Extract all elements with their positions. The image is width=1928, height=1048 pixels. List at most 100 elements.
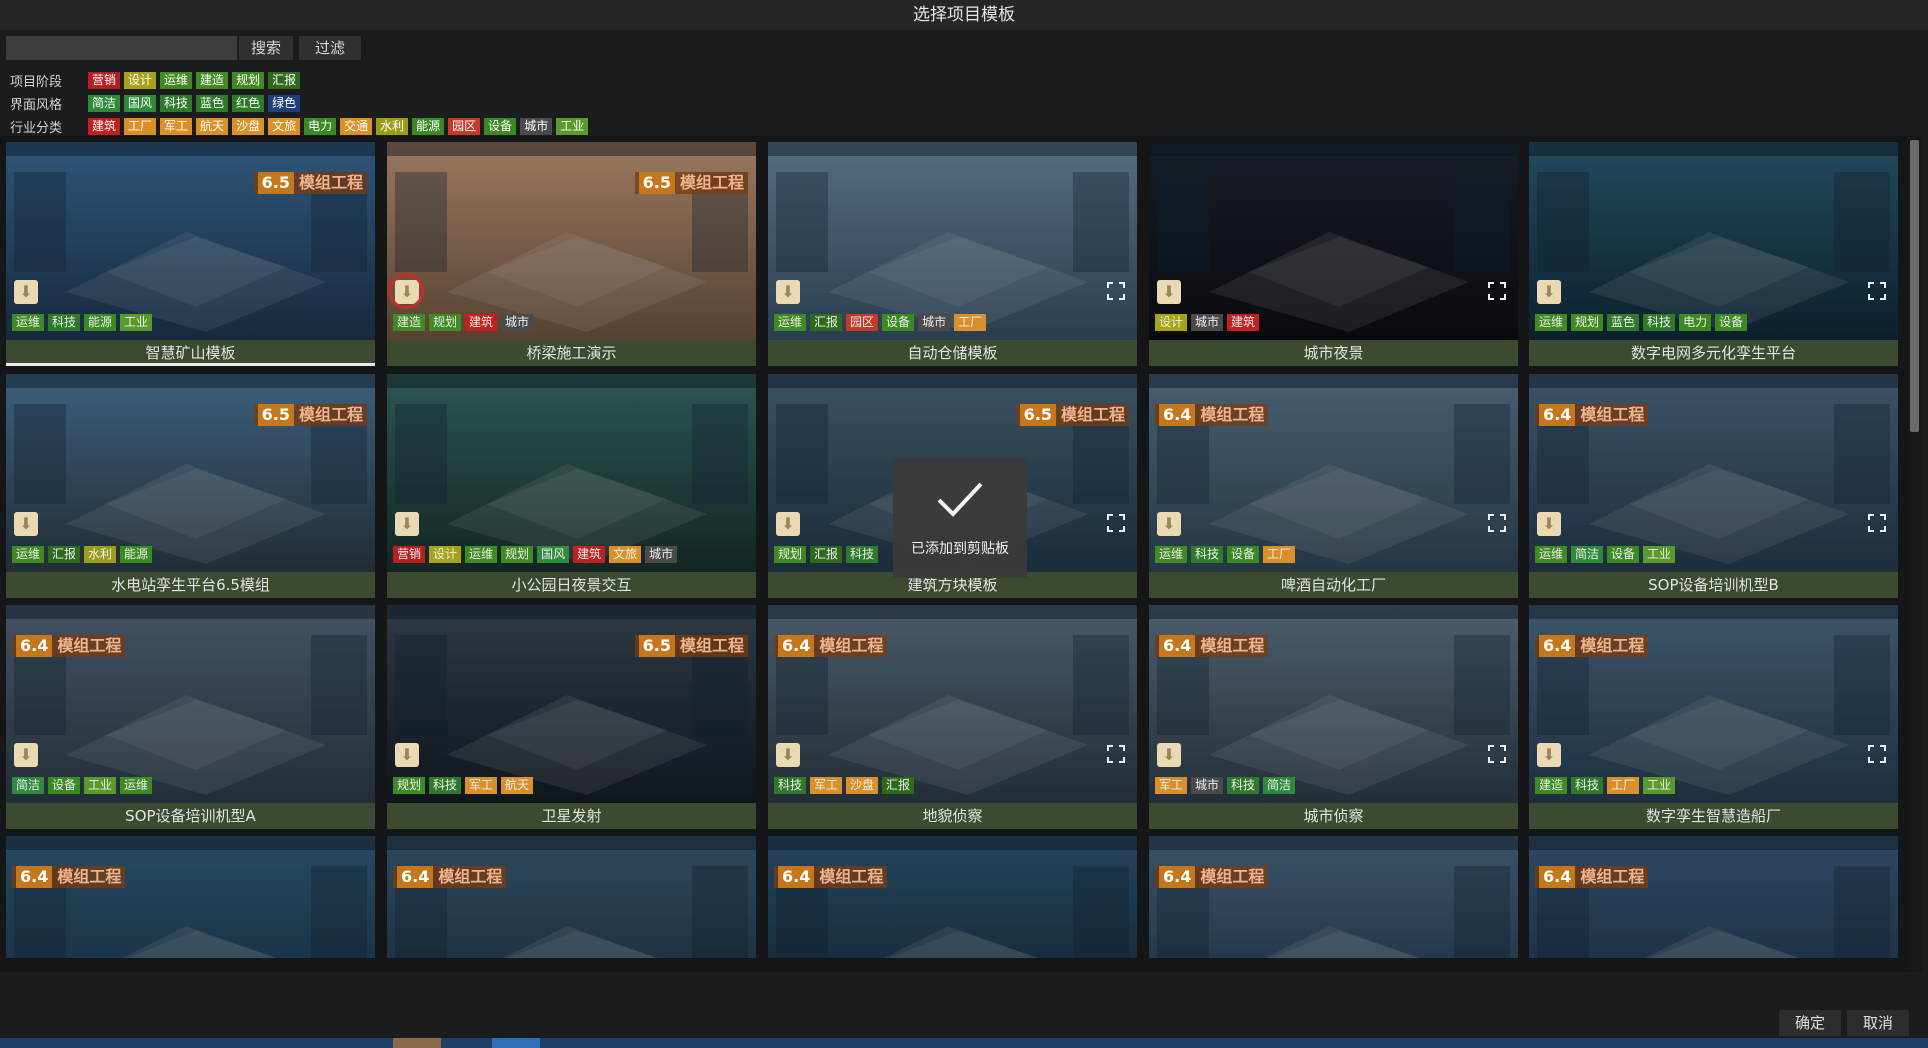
filter-tag[interactable]: 文旅 <box>268 117 301 135</box>
template-card[interactable]: 6.5 模组工程 ⬇ 建造 规划 建筑 城市 桥梁施工演示 <box>387 142 756 366</box>
fullscreen-icon[interactable] <box>1107 745 1125 763</box>
template-card[interactable]: ⬇ 运维 规划 蓝色 科技 电力 设备 数字电网多元化孪生平台 <box>1529 142 1898 366</box>
template-card[interactable]: 6.4 模组工程 <box>387 836 756 958</box>
filter-tag[interactable]: 建造 <box>196 71 229 89</box>
filter-tag[interactable]: 军工 <box>160 117 193 135</box>
template-card[interactable]: 6.4 模组工程 ⬇ 运维 简洁 设备 工业 SOP设备培训机型B <box>1529 374 1898 598</box>
template-thumbnail[interactable] <box>6 836 375 958</box>
filter-tag[interactable]: 交通 <box>340 117 373 135</box>
version-badge: 6.4 模组工程 <box>12 866 126 888</box>
filter-panel: 项目阶段 营销 设计 运维 建造 规划 汇报 界面风格 简洁 国风 科技 蓝色 红色 绿色 行业分类 建筑 工厂… <box>0 66 1928 136</box>
scrollbar-thumb[interactable] <box>1910 140 1919 432</box>
download-icon[interactable]: ⬇ <box>388 273 424 309</box>
filter-tag[interactable]: 水利 <box>376 117 409 135</box>
template-tag: 汇报 <box>810 546 843 563</box>
template-card[interactable]: 6.4 模组工程 ⬇ 运维 科技 设备 工厂 啤酒自动化工厂 <box>1149 374 1518 598</box>
download-icon[interactable]: ⬇ <box>395 512 419 536</box>
search-input[interactable] <box>6 36 237 60</box>
template-card[interactable]: 6.5 模组工程 ⬇ 运维 科技 能源 工业 智慧矿山模板 <box>6 142 375 366</box>
search-button[interactable]: 搜索 <box>239 36 293 60</box>
filter-tag[interactable]: 沙盘 <box>232 117 265 135</box>
download-icon[interactable]: ⬇ <box>1157 512 1181 536</box>
template-card[interactable]: 6.5 模组工程 ⬇ 运维 汇报 水利 能源 水电站孪生平台6.5模组 <box>6 374 375 598</box>
fullscreen-icon[interactable] <box>1107 514 1125 532</box>
filter-tag[interactable]: 电力 <box>304 117 337 135</box>
filter-tag[interactable]: 规划 <box>232 71 265 89</box>
download-icon[interactable]: ⬇ <box>1537 743 1561 767</box>
template-card[interactable]: ⬇ 运维 汇报 园区 设备 城市 工厂 自动仓储模板 <box>768 142 1137 366</box>
fullscreen-icon[interactable] <box>1868 282 1886 300</box>
ok-button[interactable]: 确定 <box>1779 1010 1841 1036</box>
version-label: 模组工程 <box>1200 405 1265 424</box>
download-icon[interactable]: ⬇ <box>776 743 800 767</box>
filter-tag[interactable]: 园区 <box>448 117 481 135</box>
fullscreen-icon[interactable] <box>1868 514 1886 532</box>
filter-tag[interactable]: 设备 <box>484 117 517 135</box>
filter-tag[interactable]: 能源 <box>412 117 445 135</box>
template-thumbnail[interactable] <box>1529 142 1898 340</box>
filter-tag[interactable]: 城市 <box>520 117 553 135</box>
template-tag: 运维 <box>1535 314 1568 331</box>
download-icon[interactable]: ⬇ <box>776 280 800 304</box>
filter-tag[interactable]: 蓝色 <box>196 94 229 112</box>
template-thumbnail[interactable] <box>768 836 1137 958</box>
template-card[interactable]: 6.4 模组工程 <box>768 836 1137 958</box>
version-number: 6.4 <box>1539 404 1576 426</box>
cancel-button[interactable]: 取消 <box>1847 1010 1909 1036</box>
template-card[interactable]: 6.4 模组工程 ⬇ 军工 城市 科技 简洁 城市侦察 <box>1149 605 1518 829</box>
download-icon[interactable]: ⬇ <box>1537 512 1561 536</box>
fullscreen-icon[interactable] <box>1107 282 1125 300</box>
fullscreen-icon[interactable] <box>1488 745 1506 763</box>
filter-tag[interactable]: 汇报 <box>268 71 301 89</box>
download-icon[interactable]: ⬇ <box>395 743 419 767</box>
filter-button[interactable]: 过滤 <box>299 36 361 60</box>
template-card[interactable]: 6.4 模组工程 <box>6 836 375 958</box>
filter-tag[interactable]: 科技 <box>160 94 193 112</box>
version-badge: 6.5 模组工程 <box>253 172 367 194</box>
filter-tag[interactable]: 建筑 <box>88 117 121 135</box>
template-thumbnail[interactable] <box>1149 836 1518 958</box>
filter-tag[interactable]: 简洁 <box>88 94 121 112</box>
template-card[interactable]: 6.4 模组工程 <box>1149 836 1518 958</box>
version-label: 模组工程 <box>57 867 122 886</box>
download-icon[interactable]: ⬇ <box>1157 743 1181 767</box>
template-card[interactable]: 6.4 模组工程 <box>1529 836 1898 958</box>
template-card[interactable]: 6.4 模组工程 ⬇ 简洁 设备 工业 运维 SOP设备培训机型A <box>6 605 375 829</box>
taskbar-app[interactable] <box>393 1038 441 1048</box>
filter-tag[interactable]: 绿色 <box>268 94 301 112</box>
filter-row: 界面风格 简洁 国风 科技 蓝色 红色 绿色 <box>10 93 304 113</box>
fullscreen-icon[interactable] <box>1488 282 1506 300</box>
download-icon[interactable]: ⬇ <box>14 743 38 767</box>
template-card[interactable]: ⬇ 营销 设计 运维 规划 国风 建筑 文旅 城市 小公园日夜景交互 <box>387 374 756 598</box>
filter-tag[interactable]: 红色 <box>232 94 265 112</box>
template-thumbnail[interactable] <box>1149 142 1518 340</box>
download-icon[interactable]: ⬇ <box>14 512 38 536</box>
download-icon[interactable]: ⬇ <box>776 512 800 536</box>
filter-tag[interactable]: 运维 <box>160 71 193 89</box>
template-card[interactable]: 6.5 模组工程 ⬇ 规划 科技 军工 航天 卫星发射 <box>387 605 756 829</box>
download-icon[interactable]: ⬇ <box>14 280 38 304</box>
filter-tag[interactable]: 航天 <box>196 117 229 135</box>
template-thumbnail[interactable] <box>387 374 756 572</box>
template-card[interactable]: 6.4 模组工程 ⬇ 科技 军工 沙盘 汇报 地貌侦察 <box>768 605 1137 829</box>
download-icon[interactable]: ⬇ <box>1157 280 1181 304</box>
version-number: 6.4 <box>1539 866 1576 888</box>
version-label: 模组工程 <box>819 636 884 655</box>
version-number: 6.4 <box>16 866 53 888</box>
template-thumbnail[interactable] <box>1529 836 1898 958</box>
taskbar-app[interactable] <box>492 1038 540 1048</box>
template-tags: 营销 设计 运维 规划 国风 建筑 文旅 城市 <box>393 546 681 566</box>
download-icon[interactable]: ⬇ <box>1537 280 1561 304</box>
fullscreen-icon[interactable] <box>1868 745 1886 763</box>
filter-tag[interactable]: 设计 <box>124 71 157 89</box>
filter-tag[interactable]: 工厂 <box>124 117 157 135</box>
filter-tag[interactable]: 工业 <box>556 117 589 135</box>
template-card[interactable]: ⬇ 设计 城市 建筑 城市夜景 <box>1149 142 1518 366</box>
template-card[interactable]: 6.4 模组工程 ⬇ 建造 科技 工厂 工业 数字孪生智慧造船厂 <box>1529 605 1898 829</box>
template-thumbnail[interactable] <box>387 836 756 958</box>
filter-tag[interactable]: 国风 <box>124 94 157 112</box>
filter-tag[interactable]: 营销 <box>88 71 121 89</box>
scrollbar[interactable] <box>1908 136 1922 972</box>
template-thumbnail[interactable] <box>768 142 1137 340</box>
fullscreen-icon[interactable] <box>1488 514 1506 532</box>
